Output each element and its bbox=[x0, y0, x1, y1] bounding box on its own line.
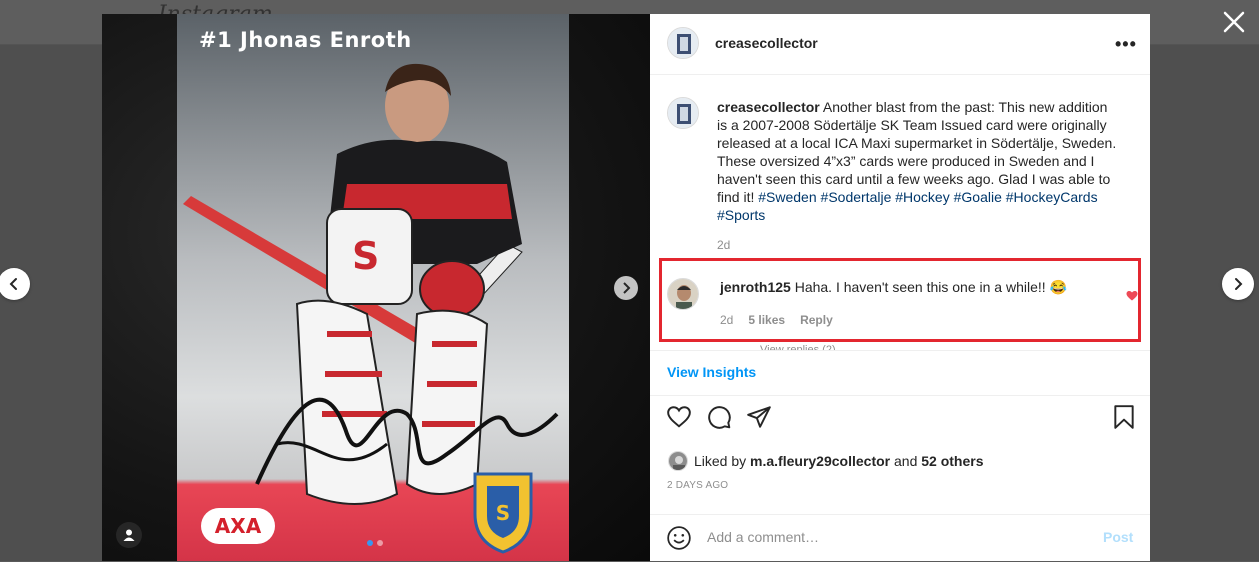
comment-input[interactable]: Add a comment… bbox=[707, 529, 819, 545]
post-comment-button[interactable]: Post bbox=[1103, 529, 1133, 545]
post-date[interactable]: 2 DAYS AGO bbox=[667, 480, 728, 491]
liker-avatar-image bbox=[669, 452, 687, 470]
caption-username[interactable]: creasecollector bbox=[717, 99, 820, 115]
carousel-indicator bbox=[367, 540, 383, 546]
comment-meta: 2d 5 likes Reply bbox=[720, 313, 833, 327]
liker-avatar[interactable] bbox=[668, 451, 688, 471]
post-media[interactable]: S #1 Jhonas Enroth AXA S bbox=[102, 14, 650, 561]
likes-summary: Liked by m.a.fleury29collector and 52 ot… bbox=[668, 451, 984, 471]
caption-avatar[interactable] bbox=[667, 97, 699, 129]
post-caption: creasecollector Another blast from the p… bbox=[717, 98, 1117, 254]
svg-text:S: S bbox=[352, 234, 379, 278]
comment-icon bbox=[708, 406, 731, 429]
heart-outline-icon bbox=[667, 406, 691, 428]
bookmark-icon bbox=[1114, 405, 1134, 429]
carousel-dot bbox=[377, 540, 383, 546]
heart-filled-icon bbox=[1126, 291, 1138, 301]
likes-connector: and bbox=[894, 453, 918, 469]
share-button[interactable] bbox=[746, 404, 772, 435]
card-title: #1 Jhonas Enroth bbox=[199, 28, 412, 52]
caption-avatar-image bbox=[668, 98, 698, 128]
post-header: creasecollector ••• bbox=[650, 14, 1150, 75]
more-options-button[interactable]: ••• bbox=[1115, 34, 1137, 55]
comment-button[interactable] bbox=[706, 404, 732, 435]
svg-text:AXA: AXA bbox=[215, 514, 262, 538]
close-icon bbox=[1223, 11, 1245, 33]
chevron-right-icon bbox=[1235, 278, 1243, 290]
tagged-users-button[interactable] bbox=[116, 522, 142, 548]
hashtag-link[interactable]: #Sodertalje bbox=[821, 189, 892, 205]
add-comment-row: Add a comment… Post bbox=[650, 514, 1150, 562]
author-avatar-image bbox=[668, 28, 698, 58]
comment-timestamp[interactable]: 2d bbox=[720, 313, 733, 327]
likes-others-link[interactable]: 52 others bbox=[921, 453, 983, 469]
comment-body: jenroth125 Haha. I haven't seen this one… bbox=[720, 279, 1067, 296]
comment-text: Haha. I haven't seen this one in a while… bbox=[794, 279, 1067, 295]
post-action-bar bbox=[650, 404, 1150, 436]
hashtag-link[interactable]: #HockeyCards bbox=[1006, 189, 1098, 205]
save-button[interactable] bbox=[1111, 404, 1137, 435]
hockey-card-image: S #1 Jhonas Enroth AXA S bbox=[177, 14, 569, 561]
next-post-button[interactable] bbox=[1222, 268, 1254, 300]
comment-likes-count[interactable]: 5 likes bbox=[748, 313, 785, 327]
commenter-avatar[interactable] bbox=[667, 278, 699, 310]
caption-timestamp[interactable]: 2d bbox=[717, 236, 1117, 254]
hashtag-link[interactable]: #Hockey bbox=[895, 189, 949, 205]
hashtag-link[interactable]: #Sports bbox=[717, 207, 765, 223]
commenter-avatar-image bbox=[668, 279, 698, 309]
close-modal-button[interactable] bbox=[1222, 10, 1246, 34]
axa-logo: AXA bbox=[201, 508, 275, 544]
emoji-button[interactable] bbox=[666, 525, 692, 556]
team-crest-logo: S bbox=[473, 472, 533, 554]
highlighted-comment: jenroth125 Haha. I haven't seen this one… bbox=[659, 258, 1141, 342]
insights-bar: View Insights bbox=[650, 350, 1150, 396]
paper-plane-icon bbox=[747, 406, 771, 428]
liker-username[interactable]: m.a.fleury29collector bbox=[750, 453, 890, 469]
carousel-dot bbox=[367, 540, 373, 546]
comment-like-button[interactable] bbox=[1126, 289, 1138, 307]
liked-by-label: Liked by bbox=[694, 453, 747, 469]
reply-button[interactable]: Reply bbox=[800, 313, 833, 327]
person-icon bbox=[123, 529, 135, 541]
hashtag-link[interactable]: #Sweden bbox=[758, 189, 816, 205]
chevron-left-icon bbox=[9, 278, 17, 290]
view-insights-link[interactable]: View Insights bbox=[667, 364, 756, 380]
author-avatar[interactable] bbox=[667, 27, 699, 59]
like-button[interactable] bbox=[666, 404, 692, 435]
smiley-icon bbox=[667, 526, 691, 550]
commenter-username[interactable]: jenroth125 bbox=[720, 279, 791, 295]
next-slide-button[interactable] bbox=[614, 276, 638, 300]
author-username[interactable]: creasecollector bbox=[715, 35, 818, 51]
svg-text:S: S bbox=[496, 501, 510, 525]
hashtag-link[interactable]: #Goalie bbox=[954, 189, 1002, 205]
post-side-panel: creasecollector ••• creasecollector Anot… bbox=[650, 14, 1150, 561]
chevron-right-icon bbox=[623, 282, 631, 294]
